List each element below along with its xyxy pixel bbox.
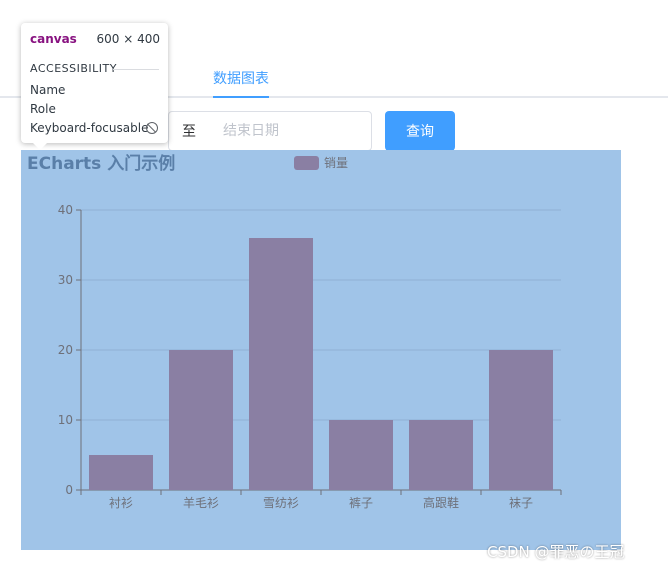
y-tick-label: 30	[58, 273, 73, 287]
x-tick-label: 裤子	[349, 496, 373, 510]
x-tick-label: 衬衫	[109, 496, 133, 510]
x-tick-label: 羊毛衫	[183, 495, 219, 510]
query-button[interactable]: 查询	[385, 111, 455, 151]
tooltip-tag-name: canvas	[30, 32, 77, 46]
bar-chart: ECharts 入门示例 销量 0 10 20 30 40 衬衫 羊毛衫 雪纺衫 裤子 高跟鞋 袜子	[27, 153, 562, 510]
chart-canvas: ECharts 入门示例 销量 0 10 20 30 40 衬衫 羊毛衫 雪纺衫 裤子 高跟鞋 袜子	[21, 150, 621, 550]
x-tick-label: 雪纺衫	[263, 496, 299, 510]
bar	[249, 238, 313, 490]
tooltip-row-keyboard: Keyboard-focusable	[30, 121, 149, 135]
bar	[489, 350, 553, 490]
bar	[169, 350, 233, 490]
tooltip-section-title: ACCESSIBILITY	[30, 62, 117, 75]
tooltip-row-role: Role	[30, 102, 56, 116]
devtools-inspect-tooltip: canvas 600 × 400 ACCESSIBILITY Name Role…	[21, 23, 168, 150]
tooltip-size: 600 × 400	[96, 32, 161, 46]
legend-swatch[interactable]	[294, 156, 319, 170]
tab-data-chart[interactable]: 数据图表	[213, 68, 269, 88]
bar	[89, 455, 153, 490]
date-range-picker[interactable]: 至	[168, 111, 372, 151]
bar	[409, 420, 473, 490]
tooltip-divider	[113, 69, 159, 70]
not-allowed-icon	[146, 122, 158, 134]
y-tick-label: 20	[58, 343, 73, 357]
x-tick-label: 袜子	[509, 496, 533, 510]
y-tick-label: 10	[58, 413, 73, 427]
chart-title: ECharts 入门示例	[27, 153, 175, 174]
bar	[329, 420, 393, 490]
end-date-input[interactable]	[221, 115, 365, 147]
x-tick-label: 高跟鞋	[423, 495, 459, 510]
range-separator: 至	[182, 124, 196, 140]
watermark: CSDN @罪恶の王冠	[487, 543, 625, 561]
active-tab-indicator	[213, 96, 269, 98]
plot-area: 0 10 20 30 40 衬衫 羊毛衫 雪纺衫 裤子 高跟鞋 袜子	[58, 203, 562, 510]
tooltip-row-name: Name	[30, 83, 66, 97]
y-tick-label: 0	[65, 483, 73, 497]
y-tick-label: 40	[58, 203, 73, 217]
legend-label[interactable]: 销量	[324, 156, 348, 170]
